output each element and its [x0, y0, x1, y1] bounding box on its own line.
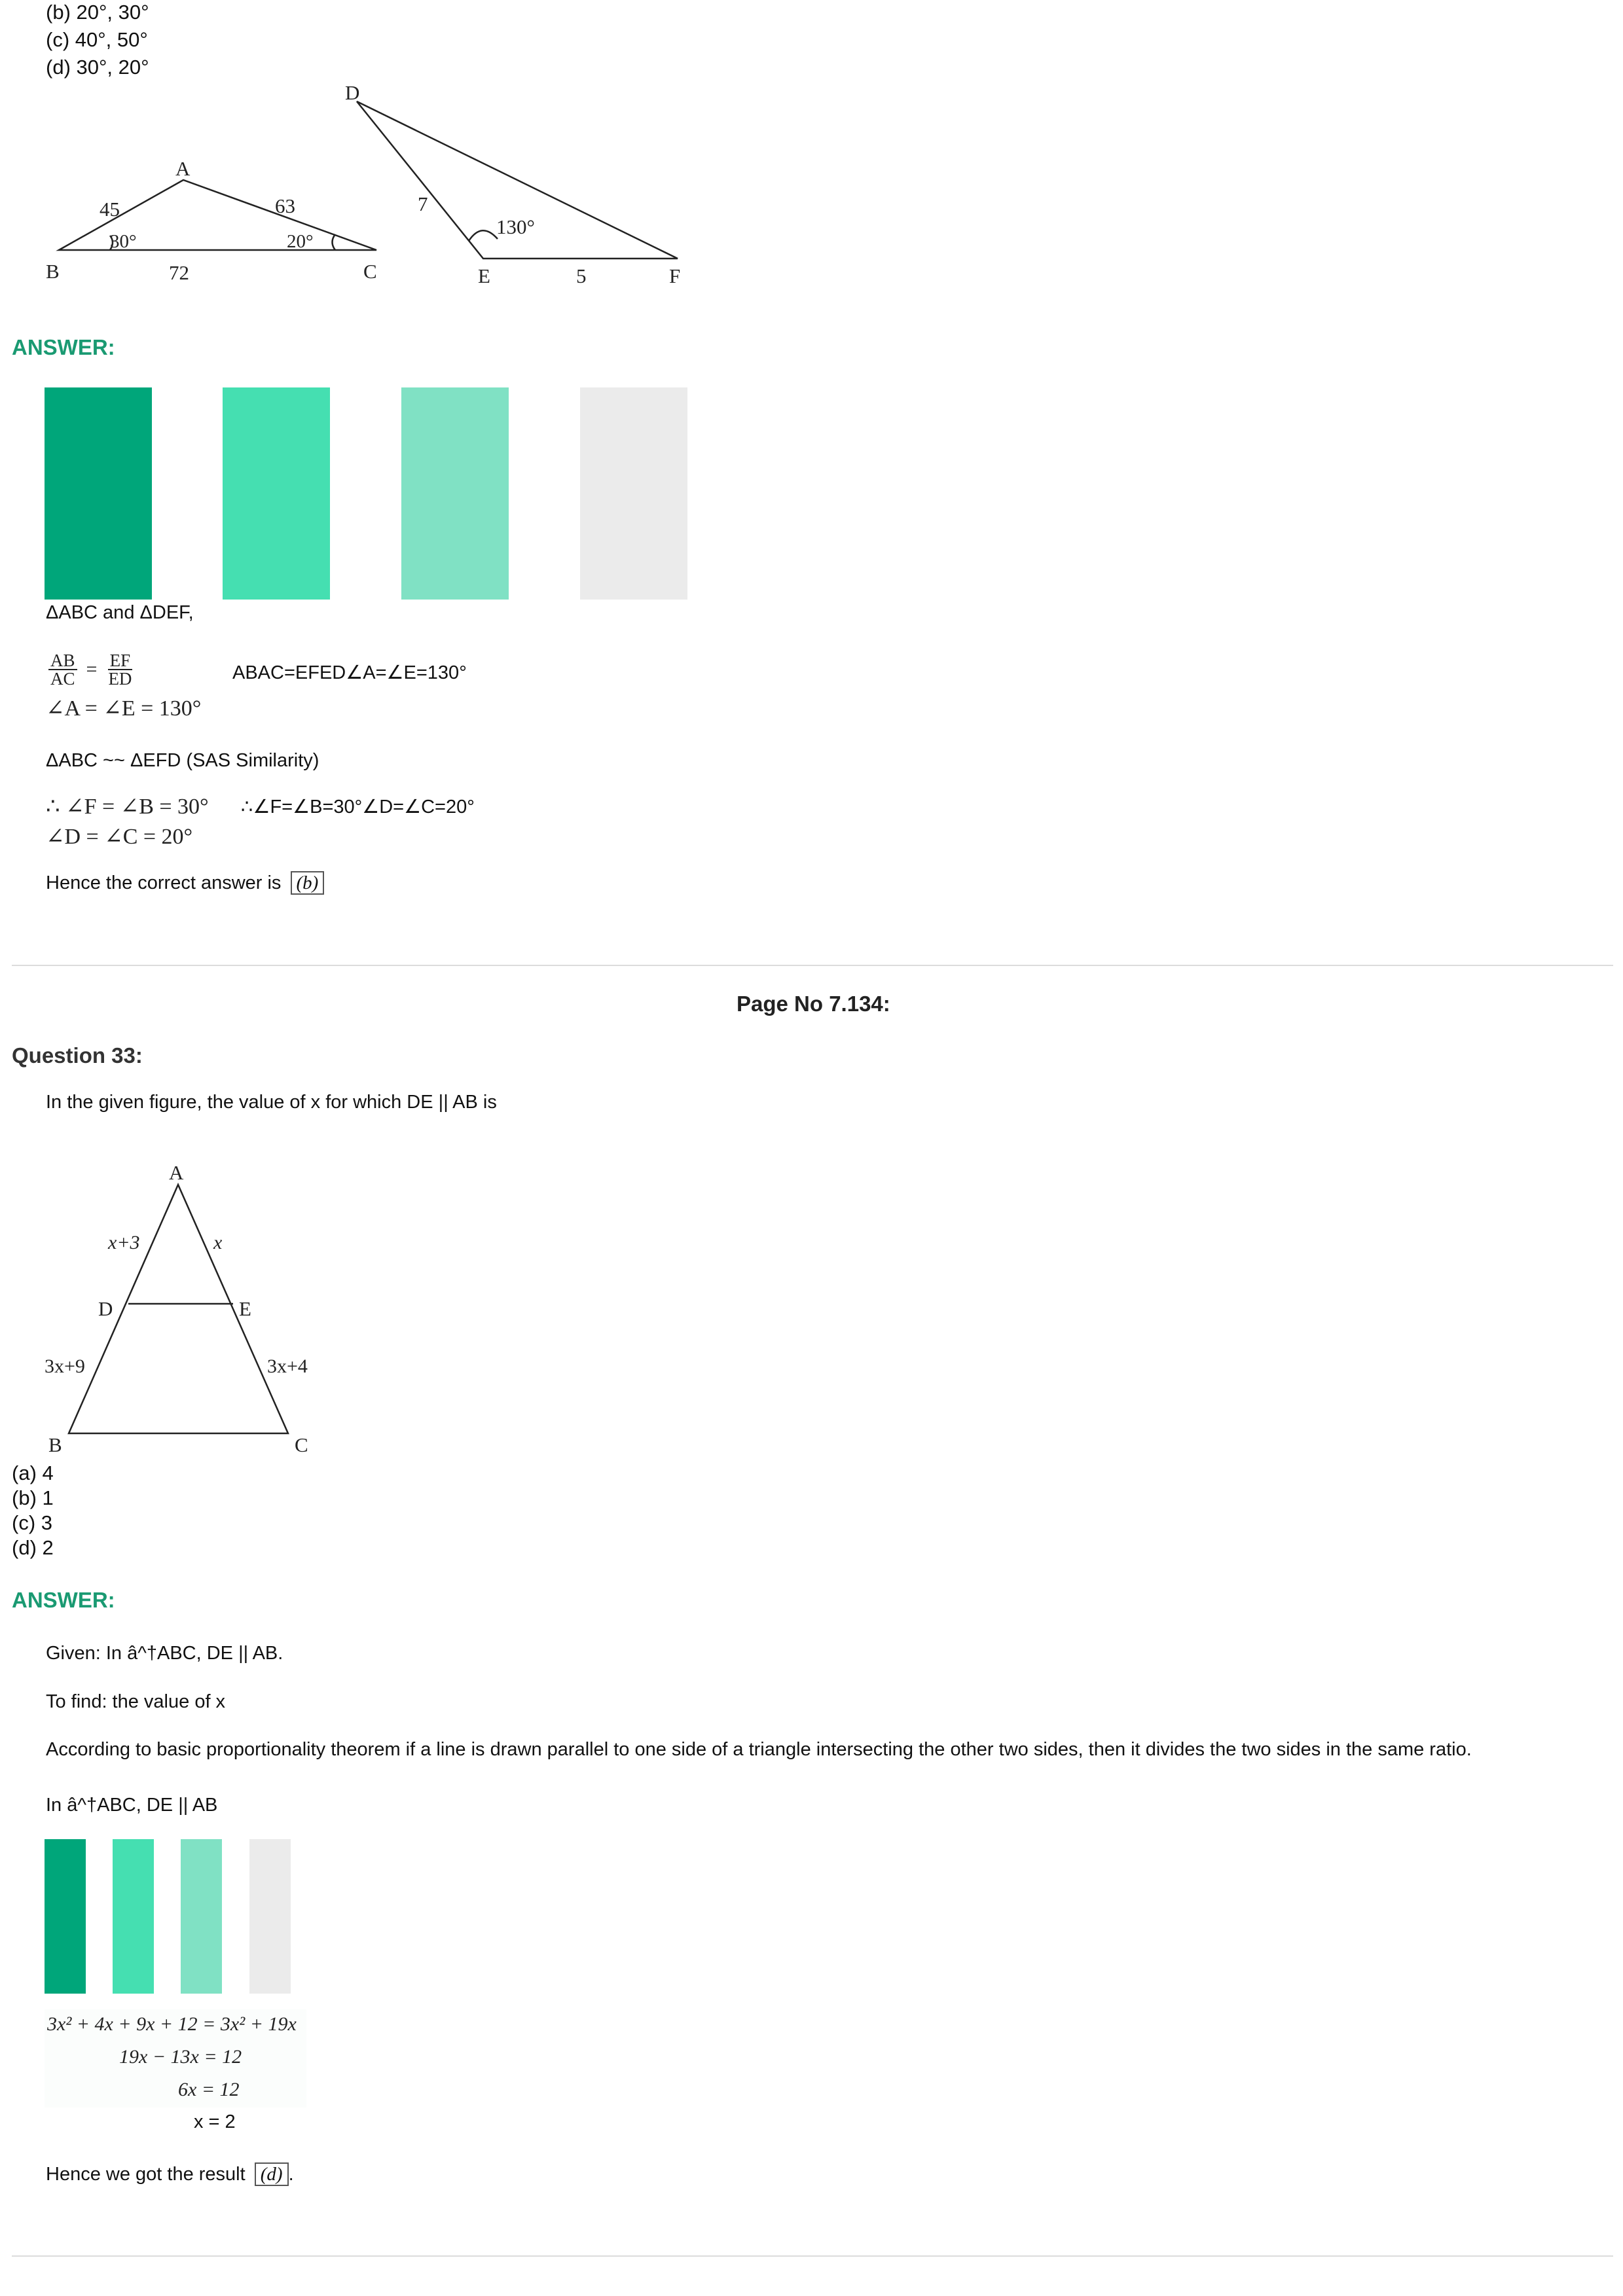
color-bar	[113, 1839, 154, 1994]
color-bar	[45, 1839, 86, 1994]
question-text: In the given figure, the value of x for …	[46, 1092, 497, 1113]
option-c: (c) 40°, 50°	[46, 28, 148, 51]
page-number: Page No 7.134:	[737, 992, 890, 1016]
answer-box-d: (d)	[254, 2162, 289, 2186]
alt-text-1: ABAC=EFED∠A=∠E=130°	[232, 662, 467, 683]
angle-c-arc	[331, 234, 337, 251]
label-ac: 63	[275, 194, 295, 217]
label-b: B	[46, 260, 60, 283]
label-ae: x	[213, 1232, 223, 1253]
label-d: D	[345, 81, 359, 104]
label-a: A	[169, 1161, 184, 1184]
label-bc: 72	[169, 261, 189, 284]
option-c: (c) 3	[12, 1511, 52, 1534]
label-db: 3x+9	[45, 1355, 85, 1377]
fraction-ab-ac: AB AC	[48, 652, 77, 688]
alt-text-2: ∴∠F=∠B=30°∠D=∠C=20°	[241, 797, 475, 817]
angle-equation: ∠A = ∠E = 130°	[46, 696, 202, 721]
theorem-statement: According to basic proportionality theor…	[46, 1739, 1472, 1760]
color-bar	[181, 1839, 222, 1994]
answer-box-b: (b)	[290, 871, 325, 895]
equation-1: 3x² + 4x + 9x + 12 = 3x² + 19x	[47, 2013, 297, 2035]
therefore-line-1: ∴ ∠F = ∠B = 30°	[46, 795, 209, 819]
equation-2: 19x − 13x = 12	[119, 2046, 242, 2068]
label-c: C	[295, 1433, 308, 1456]
label-e: E	[239, 1297, 251, 1320]
ratio-equation: AB AC = EF ED	[48, 651, 134, 689]
label-ec: 3x+4	[267, 1355, 308, 1377]
given-statement: Given: In â^†ABC, DE || AB.	[46, 1643, 283, 1664]
option-a: (a) 4	[12, 1462, 54, 1484]
answer-heading-2: ANSWER:	[12, 1588, 115, 1612]
parallel-line-figure: A B C D E x+3 x 3x+9 3x+4	[45, 1161, 308, 1456]
in-abc-statement: In â^†ABC, DE || AB	[46, 1795, 218, 1816]
equation-3: 6x = 12	[178, 2079, 240, 2100]
conclusion-1: Hence the correct answer is (b)	[46, 871, 325, 895]
option-d: (d) 2	[12, 1536, 54, 1559]
therefore-line-2: ∠D = ∠C = 20°	[46, 825, 193, 849]
label-angle-b: 30°	[110, 231, 137, 252]
option-d: (d) 30°, 20°	[46, 56, 149, 79]
question-heading: Question 33:	[12, 1043, 143, 1067]
similarity-statement: ΔABC ~~ ΔEFD (SAS Similarity)	[46, 750, 319, 771]
label-d: D	[98, 1297, 113, 1320]
color-bar	[401, 387, 509, 600]
label-ef: 5	[576, 264, 587, 287]
label-a: A	[175, 157, 191, 180]
label-e: E	[478, 264, 490, 287]
equation-4: x = 2	[194, 2111, 236, 2132]
color-bar	[223, 387, 330, 600]
label-de: 7	[418, 192, 428, 215]
label-angle-c: 20°	[287, 231, 314, 252]
label-ab: 45	[100, 198, 120, 221]
label-f: F	[669, 264, 680, 287]
color-bar	[580, 387, 687, 600]
divider	[12, 2255, 1613, 2257]
label-ad: x+3	[107, 1232, 140, 1253]
angle-e-arc	[467, 230, 498, 242]
label-c: C	[363, 260, 377, 283]
divider	[12, 965, 1613, 966]
conclusion-2: Hence we got the result (d).	[46, 2162, 294, 2186]
option-b: (b) 1	[12, 1486, 54, 1509]
color-bar	[249, 1839, 291, 1994]
color-bar	[45, 387, 152, 600]
option-b: (b) 20°, 30°	[46, 1, 149, 24]
fraction-ef-ed: EF ED	[107, 651, 133, 689]
to-find-statement: To find: the value of x	[46, 1691, 226, 1712]
triangles-statement: ΔABC and ΔDEF,	[46, 602, 194, 623]
label-angle-e: 130°	[496, 215, 535, 238]
answer-heading-1: ANSWER:	[12, 335, 115, 359]
triangles-figure: A B C 45 63 72 30° 20° D E F 7 5 130°	[46, 81, 680, 287]
label-b: B	[48, 1433, 62, 1456]
